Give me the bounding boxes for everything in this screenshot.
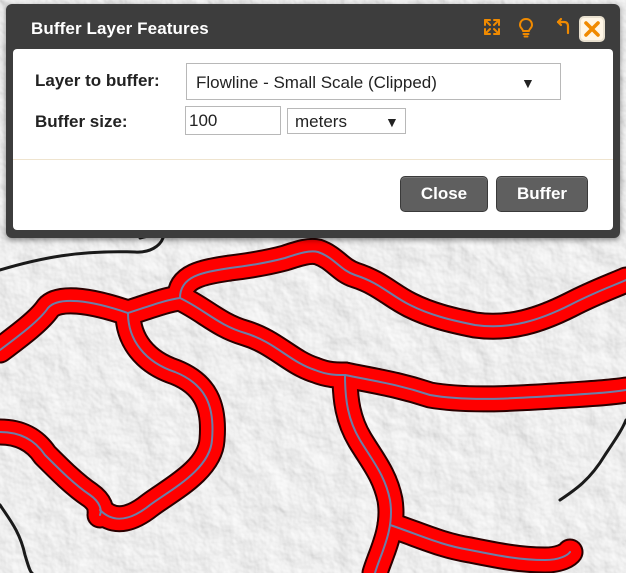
chevron-down-icon: ▼ [521, 75, 535, 91]
dialog-titlebar[interactable]: Buffer Layer Features [6, 4, 620, 50]
chevron-down-icon: ▼ [385, 114, 399, 130]
lightbulb-icon[interactable] [515, 16, 537, 38]
layer-to-buffer-label: Layer to buffer: [35, 71, 160, 90]
layer-select-value: Flowline - Small Scale (Clipped) [196, 73, 437, 92]
undo-icon[interactable] [551, 16, 573, 38]
close-dialog-button[interactable] [579, 16, 605, 42]
buffer-button[interactable]: Buffer [496, 176, 588, 212]
close-button[interactable]: Close [400, 176, 488, 212]
buffer-dialog: Buffer Layer Features Layer to buffer: F… [6, 4, 620, 238]
unit-select[interactable]: meters ▼ [287, 108, 406, 134]
dialog-title: Buffer Layer Features [31, 19, 209, 38]
layer-select[interactable]: Flowline - Small Scale (Clipped) ▼ [186, 63, 561, 100]
close-icon [584, 21, 600, 37]
divider [13, 159, 613, 160]
buffer-size-input[interactable] [185, 106, 281, 135]
unit-select-value: meters [295, 112, 347, 131]
dialog-body: Layer to buffer: Flowline - Small Scale … [13, 49, 613, 230]
buffer-size-label: Buffer size: [35, 112, 128, 131]
expand-icon[interactable] [481, 16, 503, 38]
